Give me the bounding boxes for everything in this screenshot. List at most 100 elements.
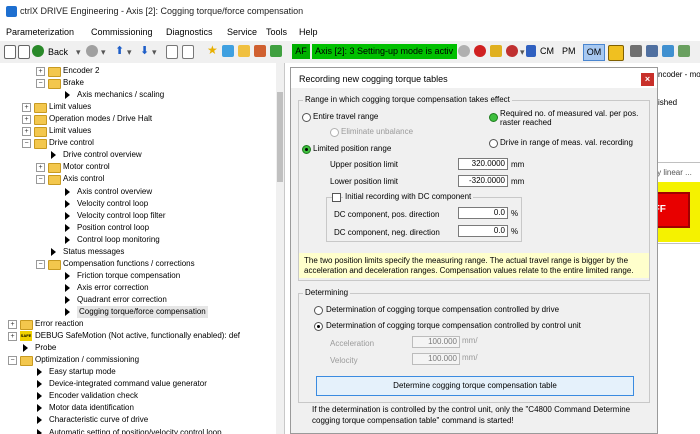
list-icon[interactable] [166,45,178,59]
tree-item-label: Position control loop [77,222,150,232]
monitor-icon[interactable] [662,45,674,57]
tree-item[interactable]: Encoder validation check [0,390,276,402]
tree-item[interactable]: + Motor control [0,161,276,174]
expand-icon[interactable]: + [8,320,17,330]
back-arrow-icon[interactable] [32,45,44,57]
tree-item[interactable]: Friction torque compensation [0,270,276,282]
tree-item[interactable]: Velocity control loop filter [0,210,276,222]
expand-icon[interactable]: + [22,127,31,137]
menu-parameterization[interactable]: Parameterization [6,27,74,37]
stop-icon[interactable] [474,45,486,57]
menu-commissioning[interactable]: Commissioning [91,27,153,37]
tree-item[interactable]: Easy startup mode [0,366,276,378]
expand-icon[interactable]: + [36,67,45,76]
forward-dropdown-icon[interactable]: ▾ [101,47,106,58]
collapse-icon[interactable]: − [22,139,31,149]
menu-tools[interactable]: Tools [266,27,287,37]
tree-item[interactable]: + Encoder 2 [0,65,276,77]
lower-limit-input[interactable]: -320.0000 [458,175,508,187]
pm-button[interactable]: PM [560,44,578,59]
tree-item[interactable]: Status messages [0,246,276,258]
tree-scrollbar-thumb[interactable] [277,92,283,182]
tree-item[interactable]: Axis control overview [0,186,276,198]
page-icon[interactable] [182,45,194,59]
dialog-close-button[interactable]: × [641,73,654,86]
limited-range-radio[interactable] [302,145,311,154]
collapse-icon[interactable]: − [36,259,45,269]
forward-arrow-icon[interactable] [86,45,98,57]
tree-item[interactable]: Velocity control loop [0,198,276,210]
tree-item[interactable]: − Drive control [0,137,276,150]
menu-help[interactable]: Help [299,27,318,37]
tree-item-label: Limit values [49,102,92,112]
record-icon[interactable] [506,45,518,57]
expand-icon[interactable]: + [8,332,17,342]
cm-button[interactable]: CM [538,44,556,59]
tree-item[interactable]: + Operation modes / Drive Halt [0,113,276,126]
tree-item[interactable]: Quadrant error correction [0,294,276,306]
tree-item[interactable]: Axis error correction [0,282,276,294]
drive-icon[interactable] [608,45,624,61]
entire-travel-radio[interactable] [302,113,311,122]
expand-icon[interactable]: + [22,103,31,113]
tree-item[interactable]: + SAFE DEBUG SafeMotion (Not active, funct… [0,330,276,342]
record-dropdown-icon[interactable]: ▾ [520,47,525,58]
nav-up-icon[interactable]: ⬆ [115,44,124,57]
tree-item[interactable]: − Optimization / commissioning [0,354,276,367]
determine-table-button[interactable]: Determine cogging torque compensation ta… [316,376,634,396]
tree-item[interactable]: Axis mechanics / scaling [0,89,276,101]
collapse-icon[interactable]: − [8,356,17,366]
velocity-input[interactable]: 100.000 [412,353,460,365]
tree-item[interactable]: + Limit values [0,125,276,138]
back-dropdown-icon[interactable]: ▾ [76,47,81,58]
document-icon[interactable] [4,45,16,59]
tree-item[interactable]: + Limit values [0,101,276,114]
folder-tool-icon[interactable] [238,45,250,57]
tree-item-label: Brake [63,78,84,88]
tree-item[interactable]: − Brake [0,77,276,90]
favorite-star-icon[interactable]: ★ [207,43,218,57]
network-icon[interactable] [630,45,642,57]
by-drive-radio[interactable] [314,306,323,315]
expand-icon[interactable]: + [22,115,31,125]
menu-diagnostics[interactable]: Diagnostics [166,27,213,37]
tree-view-icon[interactable] [18,45,30,59]
expand-icon[interactable]: + [36,163,45,173]
initial-recording-checkbox[interactable] [332,193,341,202]
eliminate-unbalance-radio[interactable] [330,128,339,137]
gear-icon[interactable] [458,45,470,57]
upper-limit-input[interactable]: 320.0000 [458,158,508,170]
tree-item[interactable]: + Error reaction [0,318,276,331]
nav-up-dropdown-icon[interactable]: ▾ [127,47,132,58]
dc-neg-input[interactable]: 0.0 [458,225,508,237]
warning-icon[interactable] [490,45,502,57]
tree-item[interactable]: Control loop monitoring [0,234,276,246]
tree-item[interactable]: Position control loop [0,222,276,234]
tree-item[interactable]: Automatic setting of position/velocity c… [0,427,276,434]
dc-pos-input[interactable]: 0.0 [458,207,508,219]
tree-item[interactable]: Drive control overview [0,149,276,161]
nav-down-icon[interactable]: ⬇ [140,44,149,57]
back-button[interactable]: Back [48,47,68,57]
nav-down-dropdown-icon[interactable]: ▾ [152,47,157,58]
tree-item[interactable]: Cogging torque/force compensation [0,306,276,318]
tree-item-label: Encoder validation check [49,391,138,401]
window-icon[interactable] [222,45,234,57]
device-icon[interactable] [646,45,658,57]
acceleration-input[interactable]: 100.000 [412,336,460,348]
tree-item[interactable]: Probe [0,342,276,354]
menu-service[interactable]: Service [227,27,257,37]
grid-icon[interactable] [526,45,536,57]
by-control-unit-radio[interactable] [314,322,323,331]
settings-tool-icon[interactable] [270,45,282,57]
tree-item[interactable]: − Compensation functions / corrections [0,258,276,270]
collapse-icon[interactable]: − [36,175,45,185]
layout-icon[interactable] [678,45,690,57]
tree-item[interactable]: − Axis control [0,173,276,186]
collapse-icon[interactable]: − [36,79,45,89]
tree-item[interactable]: Motor data identification [0,402,276,414]
tree-item[interactable]: Characteristic curve of drive [0,414,276,426]
om-button[interactable]: OM [583,44,605,61]
tree-item[interactable]: Device-integrated command value generato… [0,378,276,390]
chart-tool-icon[interactable] [254,45,266,57]
